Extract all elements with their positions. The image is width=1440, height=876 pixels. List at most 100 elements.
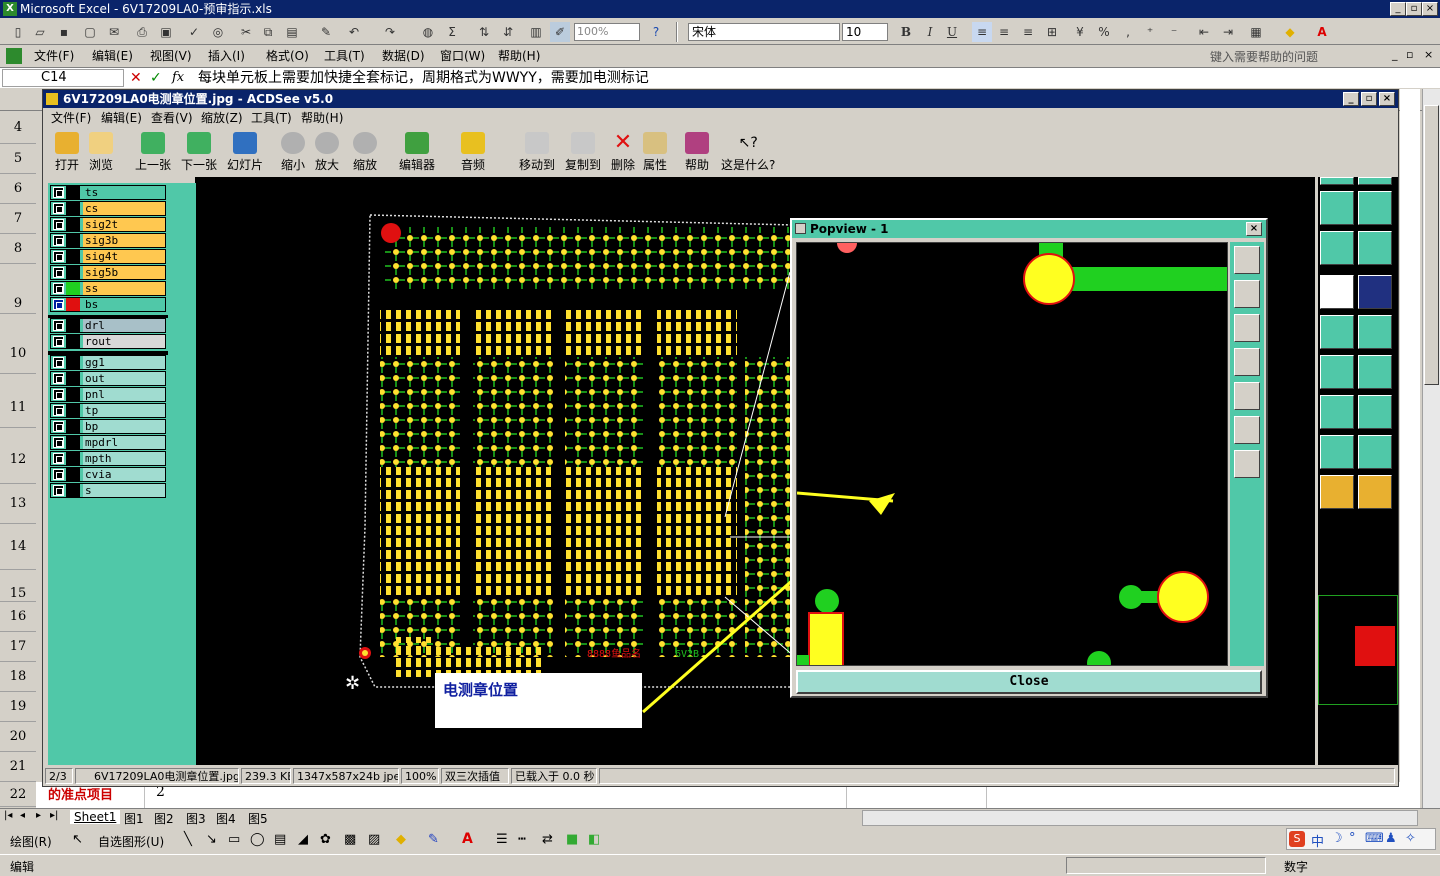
layer-checkbox[interactable] bbox=[53, 251, 64, 262]
font-name-box[interactable]: 宋体 bbox=[688, 23, 840, 41]
layer-item[interactable]: bs bbox=[50, 297, 166, 312]
permission-icon[interactable]: ▢ bbox=[80, 22, 100, 42]
editor-tool[interactable]: 编辑器 bbox=[399, 132, 435, 173]
name-box[interactable]: C14 bbox=[2, 69, 124, 87]
ime-user-icon[interactable]: ♟ bbox=[1385, 831, 1397, 846]
doc-close-button[interactable]: × bbox=[1424, 48, 1433, 61]
fit-view-icon[interactable] bbox=[1320, 191, 1354, 225]
acd-menu-tools[interactable]: 工具(T) bbox=[251, 109, 292, 127]
tab-fig5[interactable]: 图5 bbox=[248, 810, 268, 827]
menu-help[interactable]: 帮助(H) bbox=[498, 47, 540, 65]
decrease-indent-icon[interactable]: ⇤ bbox=[1194, 22, 1214, 42]
acd-menu-file[interactable]: 文件(F) bbox=[51, 109, 91, 127]
menu-insert[interactable]: 插入(I) bbox=[208, 47, 245, 65]
new-icon[interactable]: ▯ bbox=[8, 22, 28, 42]
layer-checkbox[interactable] bbox=[53, 453, 64, 464]
tab-fig3[interactable]: 图3 bbox=[186, 810, 206, 827]
minimap[interactable] bbox=[1318, 595, 1398, 705]
currency-icon[interactable]: ¥ bbox=[1070, 22, 1090, 42]
select-arrow-icon[interactable] bbox=[1320, 475, 1354, 509]
line-icon[interactable]: ╲ bbox=[184, 832, 192, 847]
delete-tool[interactable]: ✕ 删除 bbox=[611, 132, 635, 173]
format-painter-icon[interactable]: ✎ bbox=[316, 22, 336, 42]
spelling-icon[interactable]: ✓ bbox=[184, 22, 204, 42]
menu-tools[interactable]: 工具(T) bbox=[324, 47, 365, 65]
chart-wizard-icon[interactable]: ▥ bbox=[526, 22, 546, 42]
popview-zoom-in-icon[interactable] bbox=[1234, 416, 1260, 444]
layer-checkbox[interactable] bbox=[53, 299, 64, 310]
menu-file[interactable]: 文件(F) bbox=[34, 47, 74, 65]
menu-data[interactable]: 数据(D) bbox=[382, 47, 425, 65]
research-icon[interactable]: ◎ bbox=[208, 22, 228, 42]
row-header[interactable]: 7 bbox=[0, 204, 36, 234]
borders-icon[interactable]: ▦ bbox=[1246, 22, 1266, 42]
doc-restore-button[interactable]: ▫ bbox=[1406, 48, 1413, 61]
menu-format[interactable]: 格式(O) bbox=[266, 47, 309, 65]
horizontal-scrollbar[interactable] bbox=[862, 810, 1418, 826]
drawing-icon[interactable]: ✐ bbox=[550, 22, 570, 42]
row-header[interactable]: 5 bbox=[0, 144, 36, 174]
layer-item[interactable]: sig5b bbox=[50, 265, 166, 280]
layer-item[interactable]: mpdrl bbox=[50, 435, 166, 450]
layer-item[interactable]: sig2t bbox=[50, 217, 166, 232]
triangle-filled-icon[interactable] bbox=[1358, 435, 1392, 469]
clipart-icon[interactable]: ▩ bbox=[344, 832, 356, 847]
net-cross-icon[interactable] bbox=[1358, 315, 1392, 349]
layer-item[interactable]: bp bbox=[50, 419, 166, 434]
sort-desc-icon[interactable]: ⇵ bbox=[498, 22, 518, 42]
tab-fig2[interactable]: 图2 bbox=[154, 810, 174, 827]
acd-menu-edit[interactable]: 编辑(E) bbox=[101, 109, 142, 127]
browse-tool[interactable]: 浏览 bbox=[89, 132, 113, 173]
layer-checkbox[interactable] bbox=[53, 357, 64, 368]
slideshow-tool[interactable]: 幻灯片 bbox=[227, 132, 263, 173]
align-left-icon[interactable]: ≡ bbox=[972, 22, 992, 42]
layer-checkbox[interactable] bbox=[53, 320, 64, 331]
popview-pan-up-icon[interactable] bbox=[1234, 280, 1260, 308]
arrow-icon[interactable]: ↘ bbox=[206, 832, 217, 847]
popview-pan-right-icon[interactable] bbox=[1234, 382, 1260, 410]
help-tool[interactable]: 帮助 bbox=[685, 132, 709, 173]
select-objects-icon[interactable]: ↖ bbox=[72, 832, 83, 847]
formula-input[interactable]: 每块单元板上需要加快捷全套标记，周期格式为WWYY，需要加电测标记 bbox=[198, 69, 649, 87]
enter-entry-icon[interactable]: ✓ bbox=[150, 70, 162, 86]
acd-close-button[interactable]: × bbox=[1379, 92, 1395, 106]
undo-icon[interactable]: ↶ bbox=[344, 22, 364, 42]
measure-icon[interactable] bbox=[1320, 275, 1354, 309]
layer-item[interactable]: cs bbox=[50, 201, 166, 216]
row-header[interactable]: 6 bbox=[0, 174, 36, 204]
cut-icon[interactable]: ✂ bbox=[236, 22, 256, 42]
zoom-box[interactable]: 100% bbox=[574, 23, 640, 41]
layer-checkbox[interactable] bbox=[53, 203, 64, 214]
help-icon[interactable]: ? bbox=[646, 22, 666, 42]
oval-icon[interactable]: ◯ bbox=[250, 832, 265, 847]
font-color-icon[interactable]: A bbox=[1312, 22, 1332, 42]
doc-minimize-button[interactable]: _ bbox=[1392, 48, 1398, 61]
layer-checkbox[interactable] bbox=[53, 421, 64, 432]
layer-checkbox[interactable] bbox=[53, 373, 64, 384]
row-header[interactable]: 9 bbox=[0, 264, 36, 314]
next-sheet-icon[interactable]: ▸ bbox=[36, 810, 41, 821]
bold-icon[interactable]: B bbox=[896, 22, 916, 42]
row-header[interactable]: 15 bbox=[0, 570, 36, 602]
open-icon[interactable]: ▱ bbox=[30, 22, 50, 42]
cancel-entry-icon[interactable]: ✕ bbox=[130, 70, 142, 86]
wordart-icon[interactable]: ◢ bbox=[298, 832, 308, 847]
triangle-icon[interactable] bbox=[1320, 435, 1354, 469]
square-red-icon[interactable] bbox=[1320, 395, 1354, 429]
whats-this-tool[interactable]: ↖? 这是什么? bbox=[721, 132, 775, 173]
tab-sheet1[interactable]: Sheet1 bbox=[70, 810, 121, 824]
row-header[interactable]: 22 bbox=[0, 782, 36, 807]
prev-sheet-icon[interactable]: ◂ bbox=[20, 810, 25, 821]
ime-settings-icon[interactable]: ✧ bbox=[1405, 831, 1416, 846]
acd-maximize-button[interactable]: ▫ bbox=[1361, 92, 1377, 106]
row-header[interactable]: 11 bbox=[0, 374, 36, 428]
pan-all-icon[interactable] bbox=[1358, 191, 1392, 225]
print-preview-icon[interactable]: ▣ bbox=[156, 22, 176, 42]
row-header[interactable]: 20 bbox=[0, 722, 36, 752]
layer-settings-icon[interactable] bbox=[1320, 231, 1354, 265]
layer-item[interactable]: drl bbox=[50, 318, 166, 333]
layer-item[interactable]: gg1 bbox=[50, 355, 166, 370]
layer-checkbox[interactable] bbox=[53, 187, 64, 198]
align-center-icon[interactable]: ≡ bbox=[994, 22, 1014, 42]
layer-item[interactable]: ts bbox=[50, 185, 166, 200]
